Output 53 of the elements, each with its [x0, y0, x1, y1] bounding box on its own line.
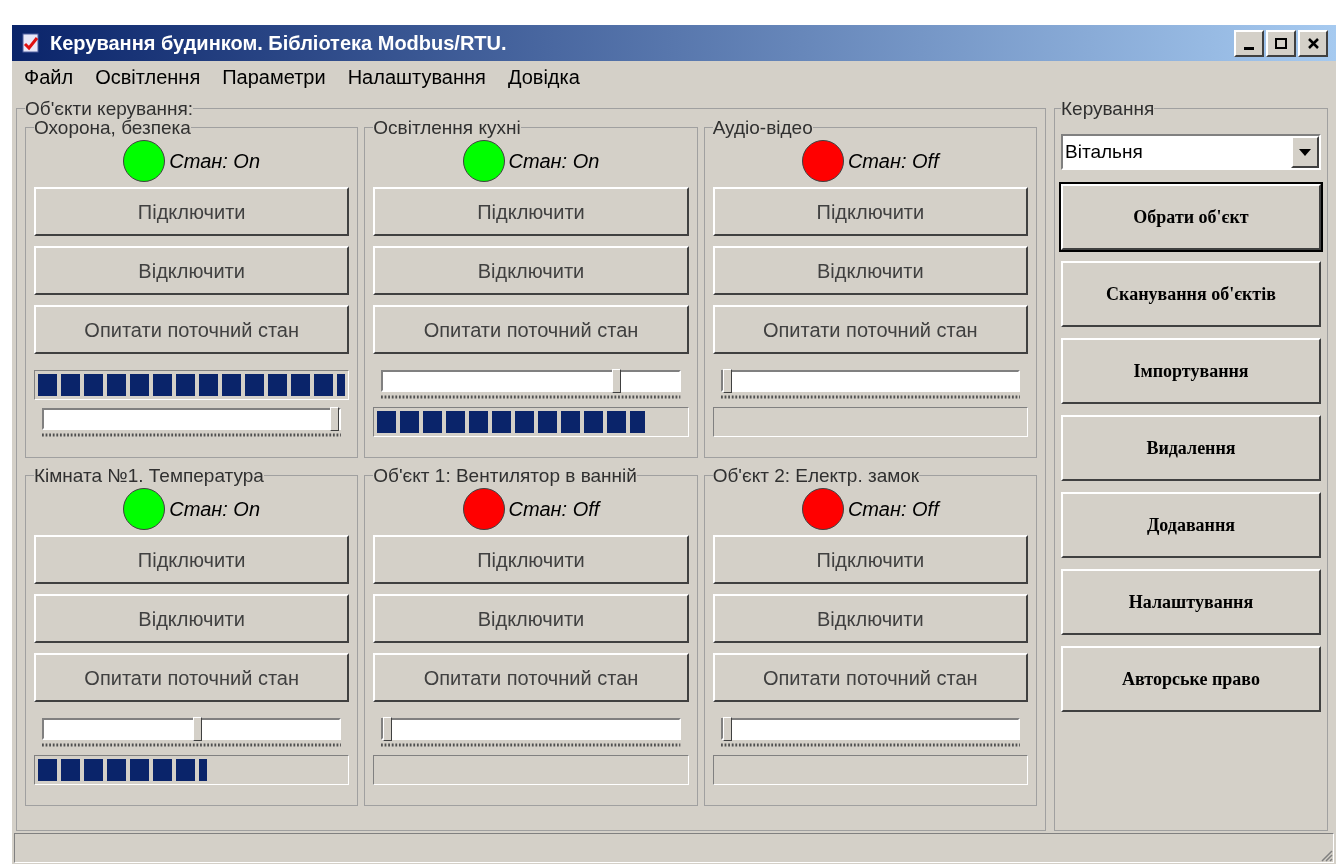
action-button[interactable]: Опитати поточний стан: [373, 305, 689, 354]
status-text: Стан: Off: [847, 149, 939, 174]
action-button[interactable]: Відключити: [373, 594, 689, 643]
app-icon: [20, 32, 42, 54]
caret-icon: [1299, 148, 1311, 156]
command-button[interactable]: Авторське право: [1061, 646, 1321, 712]
action-button[interactable]: Опитати поточний стан: [712, 653, 1028, 702]
status-text: Стан: Off: [508, 497, 600, 522]
status-text: Стан: Off: [847, 497, 939, 522]
action-button[interactable]: Опитати поточний стан: [34, 653, 350, 702]
command-button[interactable]: Обрати об'єкт: [1061, 184, 1321, 250]
minimize-icon: [1244, 46, 1254, 50]
dropdown-value: Вітальня: [1064, 139, 1144, 164]
action-button[interactable]: Відключити: [34, 594, 350, 643]
maximize-button[interactable]: [1266, 29, 1296, 57]
panel-title: Кімната №1. Температура: [34, 466, 264, 485]
close-button[interactable]: [1298, 29, 1328, 57]
action-button[interactable]: Відключити: [373, 246, 689, 295]
command-button[interactable]: Імпортування: [1061, 338, 1321, 404]
minimize-button[interactable]: [1234, 29, 1264, 57]
action-button[interactable]: Опитати поточний стан: [34, 305, 350, 354]
action-button[interactable]: Підключити: [373, 187, 689, 236]
room-dropdown[interactable]: Вітальня: [1061, 134, 1321, 170]
action-button[interactable]: Відключити: [712, 246, 1028, 295]
close-icon: [1307, 37, 1319, 49]
menu-item[interactable]: Налаштування: [347, 62, 486, 92]
menu-item[interactable]: Файл: [24, 62, 74, 92]
group-title: Керування: [1061, 99, 1155, 118]
command-button[interactable]: Додавання: [1061, 492, 1321, 558]
action-button[interactable]: Підключити: [373, 535, 689, 584]
panel-title: Освітлення кухні: [373, 118, 521, 137]
panel-title: Аудіо-відео: [712, 118, 813, 137]
command-button[interactable]: Налаштування: [1061, 569, 1321, 635]
status-text: Стан: On: [169, 497, 261, 522]
maximize-icon: [1275, 37, 1287, 49]
status-text: Стан: On: [508, 149, 600, 174]
action-button[interactable]: Підключити: [712, 535, 1028, 584]
action-button[interactable]: Опитати поточний стан: [373, 653, 689, 702]
panel-title: Об'єкт 2: Електр. замок: [712, 466, 920, 485]
panel-title: Об'єкт 1: Вентилятор в ванній: [373, 466, 637, 485]
action-button[interactable]: Підключити: [34, 187, 350, 236]
action-button[interactable]: Опитати поточний стан: [712, 305, 1028, 354]
action-button[interactable]: Підключити: [34, 535, 350, 584]
status-text: Стан: On: [169, 149, 261, 174]
menu-item[interactable]: Освітлення: [95, 62, 201, 92]
action-button[interactable]: Підключити: [712, 187, 1028, 236]
menu-item[interactable]: Довідка: [507, 62, 580, 92]
action-button[interactable]: Відключити: [34, 246, 350, 295]
command-button[interactable]: Сканування об'єктів: [1061, 261, 1321, 327]
menu-item[interactable]: Параметри: [222, 62, 326, 92]
window-title: Керування будинком. Бібліотека Modbus/RTU.: [50, 31, 507, 56]
command-button[interactable]: Видалення: [1061, 415, 1321, 481]
action-button[interactable]: Відключити: [712, 594, 1028, 643]
